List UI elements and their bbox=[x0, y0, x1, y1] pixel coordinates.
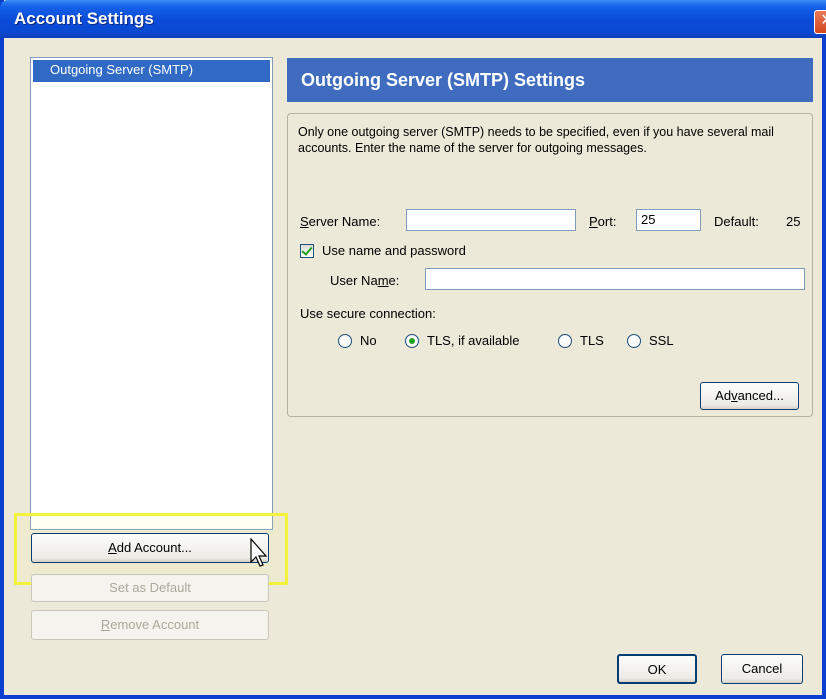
radio-no[interactable] bbox=[338, 334, 352, 348]
smtp-description: Only one outgoing server (SMTP) needs to… bbox=[298, 125, 774, 155]
panel-title: Outgoing Server (SMTP) Settings bbox=[287, 58, 813, 102]
radio-tls-label[interactable]: TLS bbox=[580, 333, 604, 348]
advanced-button[interactable]: Advanced... bbox=[700, 382, 799, 410]
set-as-default-button[interactable]: Set as Default bbox=[31, 574, 269, 602]
radio-no-label[interactable]: No bbox=[360, 333, 377, 348]
window-title: Account Settings bbox=[14, 9, 154, 28]
advanced-label-after: anced... bbox=[737, 388, 784, 403]
smtp-settings-group: Only one outgoing server (SMTP) needs to… bbox=[287, 113, 813, 417]
server-name-label: Server Name: bbox=[300, 214, 380, 229]
user-name-label-after: e: bbox=[388, 273, 400, 288]
port-mnemonic: P bbox=[589, 214, 598, 229]
cancel-button[interactable]: Cancel bbox=[721, 654, 803, 684]
remove-account-button[interactable]: Remove Account bbox=[31, 610, 269, 640]
advanced-label-before: Ad bbox=[715, 388, 732, 403]
radio-tls-if-available[interactable] bbox=[405, 334, 419, 348]
account-list[interactable]: Outgoing Server (SMTP) bbox=[30, 57, 273, 530]
radio-ssl[interactable] bbox=[627, 334, 641, 348]
server-name-label-text: erver Name: bbox=[308, 214, 381, 229]
radio-ssl-label[interactable]: SSL bbox=[649, 333, 674, 348]
user-name-mnemonic: m bbox=[377, 273, 389, 288]
account-item-outgoing-server[interactable]: Outgoing Server (SMTP) bbox=[33, 60, 270, 82]
user-name-label: User Name: bbox=[330, 273, 399, 288]
title-bar[interactable]: Account Settings ✕ bbox=[0, 0, 826, 38]
radio-tls[interactable] bbox=[558, 334, 572, 348]
user-name-input[interactable] bbox=[425, 268, 805, 290]
close-icon[interactable]: ✕ bbox=[814, 10, 826, 34]
add-account-mnemonic: A bbox=[108, 540, 117, 555]
account-settings-window: Account Settings ✕ Outgoing Server (SMTP… bbox=[0, 0, 826, 699]
remove-account-mnemonic: R bbox=[100, 617, 111, 632]
ok-button[interactable]: OK bbox=[617, 654, 697, 684]
port-label: Port: bbox=[589, 214, 616, 229]
use-password-checkbox[interactable] bbox=[300, 244, 314, 258]
server-name-mnemonic: S bbox=[300, 214, 309, 229]
radio-tls-if-available-label[interactable]: TLS, if available bbox=[427, 333, 520, 348]
server-name-input[interactable] bbox=[406, 209, 576, 231]
secure-connection-label: Use secure connection: bbox=[300, 306, 436, 321]
mouse-pointer-icon bbox=[250, 538, 268, 567]
port-label-text: ort: bbox=[597, 214, 617, 229]
default-port-value: 25 bbox=[786, 214, 801, 229]
add-account-label: dd Account... bbox=[116, 540, 192, 555]
default-port-label: Default: bbox=[714, 214, 759, 229]
port-input[interactable]: 25 bbox=[636, 209, 701, 231]
remove-account-label: emove Account bbox=[110, 617, 200, 632]
user-name-label-before: User Na bbox=[330, 273, 378, 288]
use-password-label[interactable]: Use name and password bbox=[322, 243, 466, 258]
add-account-button[interactable]: Add Account... bbox=[31, 533, 269, 563]
